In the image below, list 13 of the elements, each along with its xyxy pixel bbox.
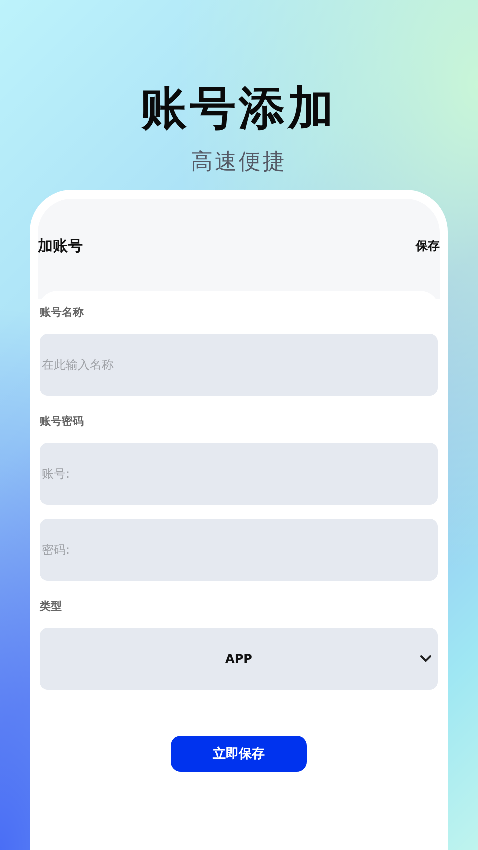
page-title: 账号添加	[141, 80, 337, 136]
chevron-down-icon	[420, 655, 432, 663]
input-field[interactable]: 密码:	[40, 519, 438, 581]
field-label: 账号名称	[40, 305, 85, 320]
save-link[interactable]: 保存	[416, 238, 440, 254]
screen-title: 加账号	[38, 236, 83, 256]
type-dropdown[interactable]: APP	[40, 628, 438, 690]
save-button[interactable]: 立即保存	[171, 736, 307, 772]
input-field[interactable]: 在此输入名称	[40, 334, 438, 396]
page-subtitle: 高速便捷	[191, 149, 287, 177]
field-label: 账号密码	[40, 414, 85, 429]
field-label: 类型	[40, 599, 63, 614]
input-field[interactable]: 账号:	[40, 443, 438, 505]
